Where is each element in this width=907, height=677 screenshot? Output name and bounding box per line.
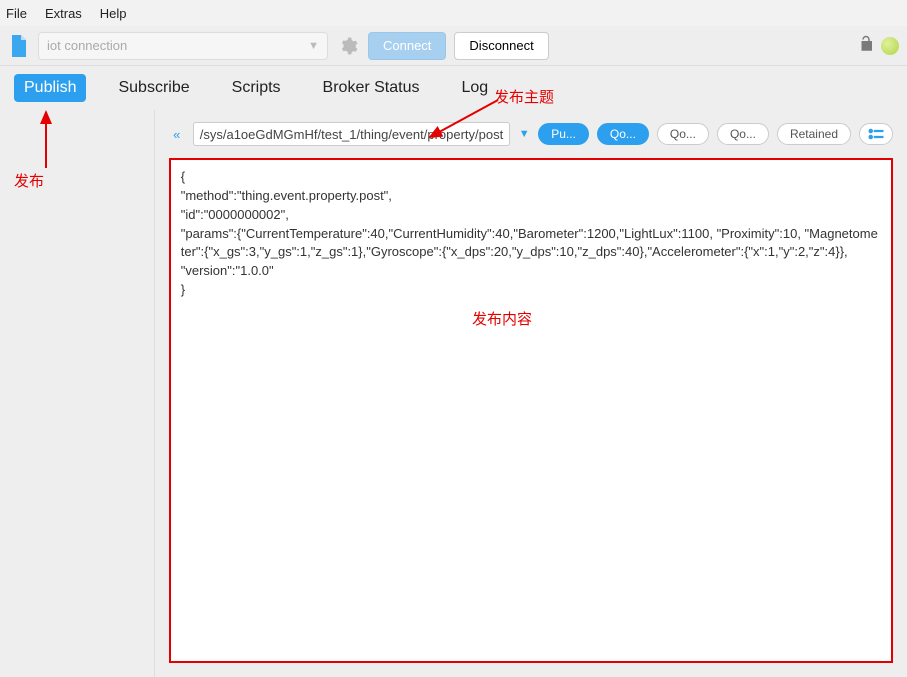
- menu-bar: File Extras Help: [0, 0, 907, 26]
- collapse-icon[interactable]: «: [169, 127, 185, 142]
- status-indicator: [881, 37, 899, 55]
- topic-dropdown-icon[interactable]: ▼: [518, 128, 530, 140]
- payload-line: }: [181, 281, 881, 300]
- connect-button[interactable]: Connect: [368, 32, 446, 60]
- connection-placeholder: iot connection: [47, 38, 127, 53]
- disconnect-button[interactable]: Disconnect: [454, 32, 548, 60]
- publish-button[interactable]: Pu...: [538, 123, 589, 145]
- side-panel: [0, 110, 155, 677]
- payload-textarea[interactable]: { "method":"thing.event.property.post", …: [169, 158, 893, 663]
- menu-help[interactable]: Help: [100, 6, 127, 21]
- gear-icon[interactable]: [336, 34, 360, 58]
- qos-button-2[interactable]: Qo...: [717, 123, 769, 145]
- lock-open-icon: [857, 35, 875, 56]
- chevron-down-icon: ▼: [308, 40, 319, 52]
- payload-line: {: [181, 168, 881, 187]
- qos-button-1[interactable]: Qo...: [657, 123, 709, 145]
- tab-publish[interactable]: Publish: [14, 74, 86, 102]
- tab-subscribe[interactable]: Subscribe: [108, 74, 199, 102]
- payload-line: "method":"thing.event.property.post",: [181, 187, 881, 206]
- document-icon: [8, 33, 30, 59]
- tab-scripts[interactable]: Scripts: [222, 74, 291, 102]
- settings-pill-icon[interactable]: [859, 123, 893, 145]
- menu-extras[interactable]: Extras: [45, 6, 82, 21]
- main-area: « /sys/a1oeGdMGmHf/test_1/thing/event/pr…: [0, 110, 907, 677]
- connection-select[interactable]: iot connection ▼: [38, 32, 328, 60]
- payload-line: "version":"1.0.0": [181, 262, 881, 281]
- payload-line: "id":"0000000002",: [181, 206, 881, 225]
- tab-broker-status[interactable]: Broker Status: [313, 74, 430, 102]
- topic-value: /sys/a1oeGdMGmHf/test_1/thing/event/prop…: [200, 127, 503, 142]
- payload-line: "params":{"CurrentTemperature":40,"Curre…: [181, 225, 881, 263]
- topic-input[interactable]: /sys/a1oeGdMGmHf/test_1/thing/event/prop…: [193, 122, 510, 146]
- retained-button[interactable]: Retained: [777, 123, 851, 145]
- tab-log[interactable]: Log: [451, 74, 498, 102]
- tab-bar: Publish Subscribe Scripts Broker Status …: [0, 66, 907, 110]
- topic-row: « /sys/a1oeGdMGmHf/test_1/thing/event/pr…: [169, 122, 893, 146]
- toolbar: iot connection ▼ Connect Disconnect: [0, 26, 907, 66]
- menu-file[interactable]: File: [6, 6, 27, 21]
- qos-button-active[interactable]: Qo...: [597, 123, 649, 145]
- publish-panel: « /sys/a1oeGdMGmHf/test_1/thing/event/pr…: [155, 110, 907, 677]
